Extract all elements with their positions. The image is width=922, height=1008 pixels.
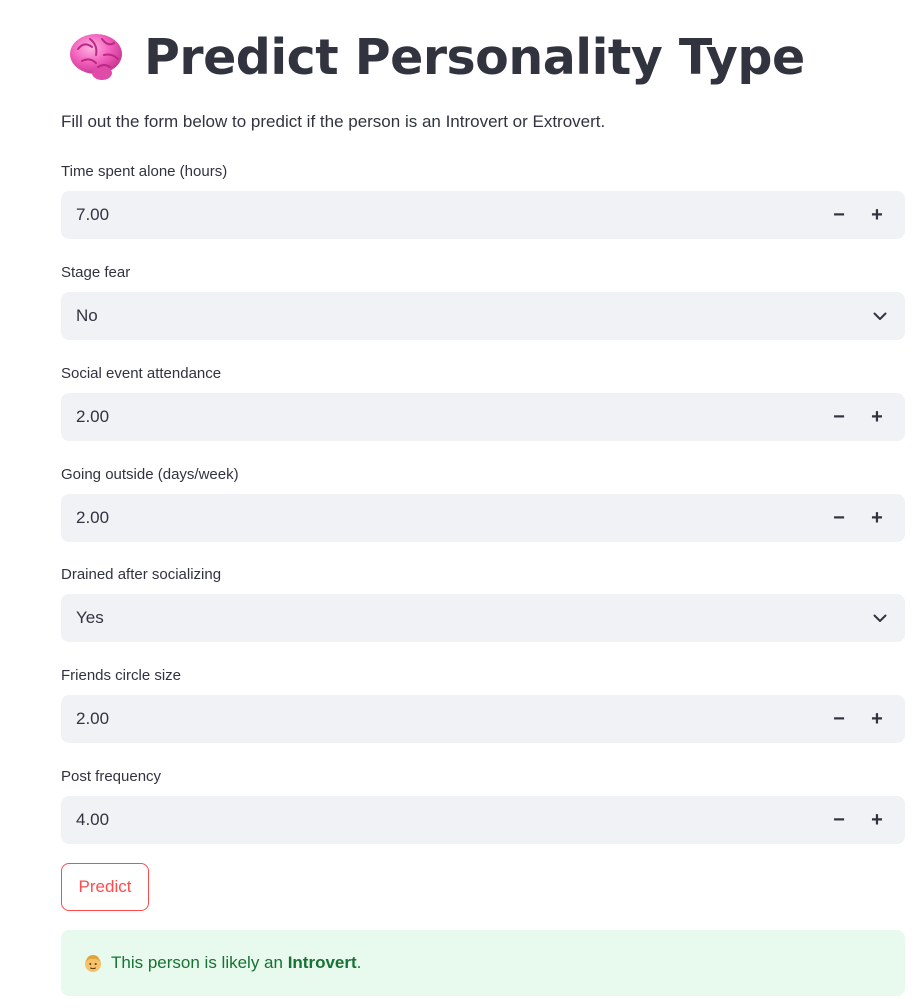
drained-selected-value: Yes: [76, 608, 104, 627]
social-event-input[interactable]: 2.00: [76, 407, 825, 427]
stage-fear-selected-value: No: [76, 306, 98, 325]
page-title-text: Predict Personality Type: [144, 28, 805, 86]
stage-fear-field: Stage fear No: [61, 263, 905, 340]
time-alone-field: Time spent alone (hours) 7.00 − +: [61, 162, 905, 239]
social-event-decrement-button[interactable]: −: [825, 403, 853, 431]
drained-select[interactable]: Yes: [61, 594, 905, 642]
person-icon: [85, 955, 101, 972]
going-outside-label: Going outside (days/week): [61, 466, 239, 483]
time-alone-increment-button[interactable]: +: [863, 201, 891, 229]
result-type: Introvert: [287, 953, 357, 972]
going-outside-input[interactable]: 2.00: [76, 508, 825, 528]
post-frequency-decrement-button[interactable]: −: [825, 806, 853, 834]
friends-circle-label: Friends circle size: [61, 667, 182, 684]
friends-circle-input-box: 2.00 − +: [61, 695, 905, 743]
time-alone-label: Time spent alone (hours): [61, 163, 228, 180]
predict-button[interactable]: Predict: [61, 863, 149, 911]
time-alone-decrement-button[interactable]: −: [825, 201, 853, 229]
post-frequency-input[interactable]: 4.00: [76, 810, 825, 830]
social-event-label: Social event attendance: [61, 365, 222, 382]
friends-circle-increment-button[interactable]: +: [863, 705, 891, 733]
stage-fear-label: Stage fear: [61, 264, 131, 281]
social-event-increment-button[interactable]: +: [863, 403, 891, 431]
post-frequency-field: Post frequency 4.00 − +: [61, 767, 905, 844]
friends-circle-field: Friends circle size 2.00 − +: [61, 666, 905, 743]
drained-label: Drained after socializing: [61, 566, 222, 583]
chevron-down-icon[interactable]: [869, 305, 891, 327]
friends-circle-decrement-button[interactable]: −: [825, 705, 853, 733]
going-outside-increment-button[interactable]: +: [863, 504, 891, 532]
social-event-field: Social event attendance 2.00 − +: [61, 364, 905, 441]
stage-fear-select[interactable]: No: [61, 292, 905, 340]
friends-circle-input[interactable]: 2.00: [76, 709, 825, 729]
page-title: Predict Personality Type: [68, 22, 805, 92]
chevron-down-icon[interactable]: [869, 607, 891, 629]
going-outside-decrement-button[interactable]: −: [825, 504, 853, 532]
post-frequency-increment-button[interactable]: +: [863, 806, 891, 834]
prediction-result-alert: This person is likely an Introvert.: [61, 930, 905, 996]
result-text: This person is likely an Introvert.: [111, 953, 361, 973]
going-outside-input-box: 2.00 − +: [61, 494, 905, 542]
result-suffix: .: [356, 953, 362, 972]
result-prefix: This person is likely an: [111, 953, 288, 972]
social-event-input-box: 2.00 − +: [61, 393, 905, 441]
drained-field: Drained after socializing Yes: [61, 565, 905, 642]
page: Predict Personality Type Fill out the fo…: [0, 0, 922, 1008]
time-alone-input-box: 7.00 − +: [61, 191, 905, 239]
time-alone-input[interactable]: 7.00: [76, 205, 825, 225]
going-outside-field: Going outside (days/week) 2.00 − +: [61, 465, 905, 542]
brain-icon: [70, 34, 122, 80]
page-subtitle: Fill out the form below to predict if th…: [61, 112, 606, 131]
post-frequency-label: Post frequency: [61, 768, 162, 785]
post-frequency-input-box: 4.00 − +: [61, 796, 905, 844]
